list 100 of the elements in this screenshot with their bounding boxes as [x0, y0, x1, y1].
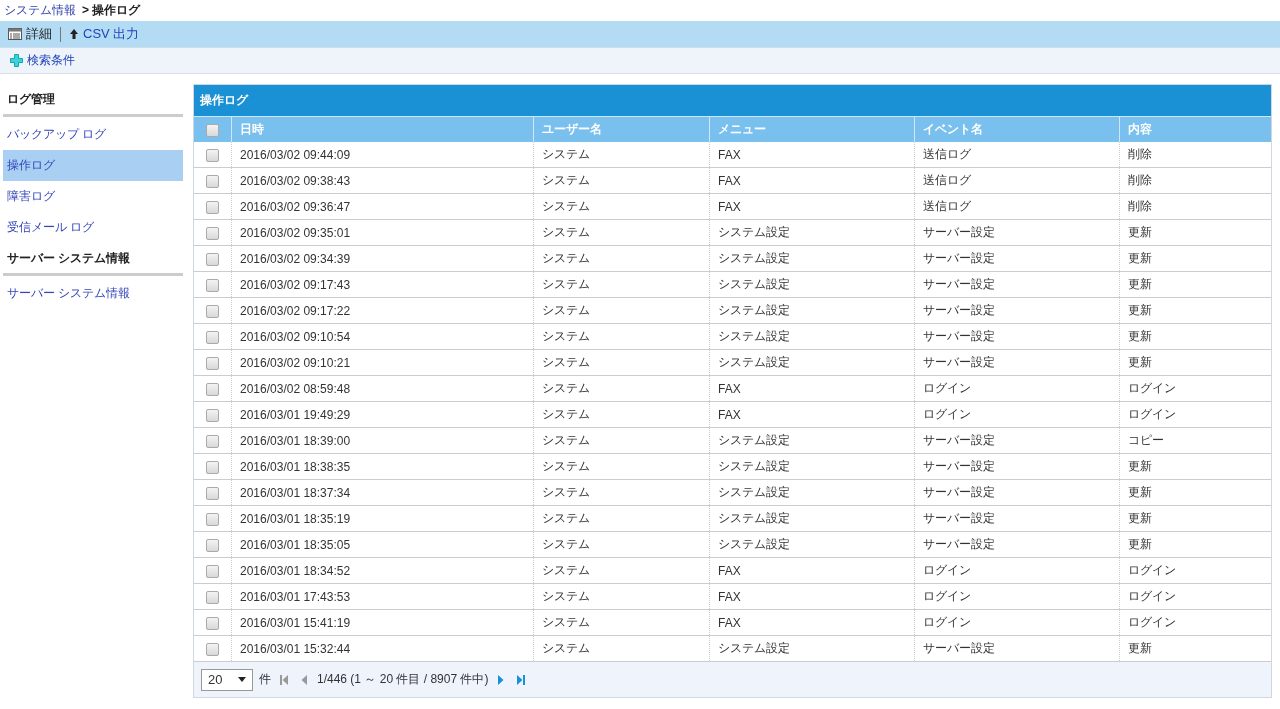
table-cell: サーバー設定 [914, 635, 1120, 662]
table-cell: システム設定 [709, 505, 915, 532]
table-cell: ログイン [914, 557, 1120, 584]
table-cell: 2016/03/02 09:10:21 [231, 349, 534, 376]
table-cell: 更新 [1119, 271, 1271, 298]
sidebar-item[interactable]: 受信メール ログ [3, 212, 183, 243]
detail-button[interactable]: 詳細 [5, 23, 55, 45]
table-cell: FAX [709, 557, 915, 584]
checkbox[interactable] [206, 356, 219, 370]
table-cell: ログイン [914, 401, 1120, 428]
table-cell: システム設定 [709, 635, 915, 662]
panel-title: 操作ログ [194, 85, 1271, 116]
checkbox[interactable] [206, 304, 219, 318]
table-cell: 2016/03/01 18:35:19 [231, 505, 534, 532]
table-cell: ログイン [1119, 583, 1271, 610]
csv-export-button[interactable]: CSV 出力 [66, 23, 143, 45]
table-cell: システム [533, 193, 710, 220]
table-cell: 2016/03/01 18:37:34 [231, 479, 534, 506]
table-cell: FAX [709, 167, 915, 194]
checkbox[interactable] [206, 460, 219, 474]
table-cell: 2016/03/01 15:32:44 [231, 635, 534, 662]
checkbox[interactable] [206, 123, 219, 137]
breadcrumb-current: > 操作ログ [82, 2, 141, 19]
table-cell: 2016/03/02 09:35:01 [231, 219, 534, 246]
plus-icon [10, 54, 23, 67]
sidebar-item[interactable]: 障害ログ [3, 181, 183, 212]
table-cell: FAX [709, 375, 915, 402]
page-size-select[interactable]: 20 [201, 668, 253, 691]
table-cell: 送信ログ [914, 167, 1120, 194]
table-cell: システム [533, 297, 710, 324]
breadcrumb-link[interactable]: システム情報 [4, 2, 76, 19]
table-cell: 更新 [1119, 245, 1271, 272]
sidebar-item[interactable]: サーバー システム情報 [3, 278, 183, 309]
table-cell: 削除 [1119, 193, 1271, 220]
table-cell: システム [533, 427, 710, 454]
table-cell: 送信ログ [914, 142, 1120, 168]
table-cell: 送信ログ [914, 193, 1120, 220]
checkbox[interactable] [206, 486, 219, 500]
table-cell: コピー [1119, 427, 1271, 454]
table-cell: システム [533, 453, 710, 480]
table-cell: システム設定 [709, 297, 915, 324]
table-cell: ログイン [1119, 609, 1271, 636]
table-cell: 更新 [1119, 453, 1271, 480]
table-cell: 2016/03/02 09:34:39 [231, 245, 534, 272]
table-cell: 2016/03/02 08:59:48 [231, 375, 534, 402]
table-cell: システム設定 [709, 349, 915, 376]
checkbox[interactable] [206, 174, 219, 188]
table-cell: 2016/03/01 18:38:35 [231, 453, 534, 480]
table-cell: 削除 [1119, 167, 1271, 194]
table-cell: システム [533, 167, 710, 194]
table-cell: サーバー設定 [914, 271, 1120, 298]
table-cell: 2016/03/01 19:49:29 [231, 401, 534, 428]
table-cell: 2016/03/02 09:36:47 [231, 193, 534, 220]
table-cell: 更新 [1119, 219, 1271, 246]
checkbox[interactable] [206, 616, 219, 630]
table-cell: システム設定 [709, 219, 915, 246]
table-cell: 2016/03/01 18:35:05 [231, 531, 534, 558]
table-cell: 2016/03/01 15:41:19 [231, 609, 534, 636]
checkbox[interactable] [206, 148, 219, 162]
caret-down-icon [238, 677, 246, 682]
checkbox[interactable] [206, 330, 219, 344]
table-cell: 2016/03/01 18:39:00 [231, 427, 534, 454]
table-cell: システム [533, 479, 710, 506]
up-arrow-icon [69, 28, 79, 40]
table-cell: 更新 [1119, 531, 1271, 558]
checkbox[interactable] [206, 564, 219, 578]
table-cell: 2016/03/02 09:38:43 [231, 167, 534, 194]
checkbox[interactable] [206, 590, 219, 604]
table-cell: サーバー設定 [914, 479, 1120, 506]
table-cell: システム設定 [709, 479, 915, 506]
table-cell: システム [533, 635, 710, 662]
table-cell: FAX [709, 142, 915, 168]
table-cell: 更新 [1119, 349, 1271, 376]
checkbox[interactable] [206, 382, 219, 396]
checkbox[interactable] [206, 408, 219, 422]
table-cell: 2016/03/02 09:10:54 [231, 323, 534, 350]
checkbox[interactable] [206, 538, 219, 552]
table-cell: システム [533, 245, 710, 272]
table-cell: システム設定 [709, 245, 915, 272]
table-cell: システム [533, 323, 710, 350]
table-cell: システム [533, 271, 710, 298]
checkbox[interactable] [206, 512, 219, 526]
checkbox[interactable] [206, 642, 219, 656]
table-cell: FAX [709, 401, 915, 428]
table-cell: システム [533, 531, 710, 558]
checkbox[interactable] [206, 252, 219, 266]
checkbox[interactable] [206, 226, 219, 240]
sidebar-item[interactable]: バックアップ ログ [3, 119, 183, 150]
table-cell: サーバー設定 [914, 453, 1120, 480]
checkbox[interactable] [206, 200, 219, 214]
checkbox[interactable] [206, 434, 219, 448]
page-size-unit: 件 [259, 671, 271, 688]
sidebar-item[interactable]: 操作ログ [3, 150, 183, 181]
table-cell: ログイン [1119, 401, 1271, 428]
table-cell: サーバー設定 [914, 349, 1120, 376]
checkbox[interactable] [206, 278, 219, 292]
table-cell: 2016/03/02 09:17:43 [231, 271, 534, 298]
table-cell: 更新 [1119, 505, 1271, 532]
search-conditions-button[interactable]: 検索条件 [8, 50, 77, 71]
table-cell: システム設定 [709, 453, 915, 480]
